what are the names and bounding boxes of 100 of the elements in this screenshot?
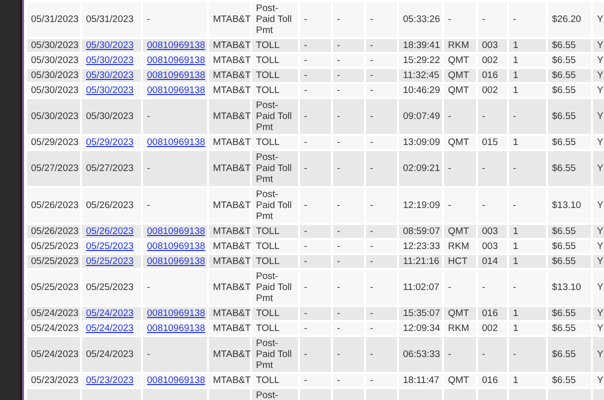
- table-cell-text: -: [448, 200, 452, 211]
- table-cell-text: $6.55: [552, 137, 576, 148]
- table-cell-text: HCT: [448, 256, 468, 267]
- table-cell-text: 1: [513, 55, 518, 66]
- table-cell-text: -: [370, 163, 374, 174]
- table-cell-text: -: [304, 226, 308, 237]
- table-cell-text: 1: [513, 256, 518, 267]
- table-cell-text: -: [482, 163, 486, 174]
- table-cell-text: MTAB&T: [213, 375, 251, 386]
- table-cell-text: Post-Paid Toll Pmt: [256, 338, 292, 371]
- table-cell-text: 002: [482, 323, 498, 334]
- table-cell-text: QMT: [448, 375, 470, 386]
- table-cell-text: TOLL: [256, 85, 280, 96]
- table-cell-text: -: [482, 200, 486, 211]
- table-cell-text: -: [304, 308, 308, 319]
- table-cell-text: -: [304, 241, 308, 252]
- table-cell-text: 016: [482, 375, 498, 386]
- table-cell-text: -: [370, 55, 374, 66]
- table-cell-text: Y: [597, 308, 604, 319]
- table-cell-text: -: [482, 14, 486, 25]
- table-cell-text: Post-: [256, 390, 278, 400]
- table-cell-text: 05/30/2023: [31, 40, 79, 51]
- table-cell-text: 1: [513, 40, 518, 51]
- table-cell-text: TOLL: [256, 308, 280, 319]
- table-cell-text: 12:09:34: [403, 323, 440, 334]
- table-cell-text: Y: [597, 256, 604, 267]
- table-cell-text: MTAB&T: [213, 241, 251, 252]
- table-cell-text: MTAB&T: [213, 70, 251, 81]
- table-cell-text: -: [304, 256, 308, 267]
- table-cell-text: -: [304, 137, 308, 148]
- table-cell-text: TOLL: [256, 70, 280, 81]
- table-cell-text: 05/24/2023: [31, 308, 79, 319]
- table-cell-text: Y: [597, 282, 604, 293]
- table-cell-text: Y: [597, 85, 604, 96]
- table-cell-text: -: [513, 282, 516, 293]
- table-cell-text: Y: [597, 163, 604, 174]
- table-cell-text: -: [337, 137, 340, 148]
- table-cell-text: Y: [597, 226, 604, 237]
- table-cell-text: RKM: [448, 40, 470, 51]
- table-cell-text: $13.10: [552, 200, 582, 211]
- table-cell-text: -: [513, 14, 516, 25]
- table-cell-text: 05/27/2023: [86, 163, 134, 174]
- table-cell-text: QMT: [448, 85, 470, 96]
- table-cell-text: -: [370, 137, 374, 148]
- table-cell-text: 1: [513, 375, 518, 386]
- table-cell-text: 05/26/2023: [31, 200, 79, 211]
- table-cell-text: -: [482, 349, 486, 360]
- table-cell-text: -: [370, 200, 374, 211]
- table-cell-text: -: [147, 349, 150, 360]
- table-cell-text: -: [513, 200, 516, 211]
- table-cell-text: -: [337, 226, 340, 237]
- table-cell-text: MTAB&T: [213, 256, 251, 267]
- table-cell-text: 15:35:07: [403, 308, 440, 319]
- table-cell-text: 05/26/2023: [31, 226, 79, 237]
- table-cell-text: -: [337, 375, 340, 386]
- table-cell-text: MTAB&T: [213, 349, 251, 360]
- table-cell-text: 18:39:41: [403, 40, 440, 51]
- table-cell-text: 002: [482, 55, 498, 66]
- table-cell-text: -: [337, 70, 340, 81]
- table-cell-text: 05/30/2023: [31, 55, 79, 66]
- table-cell-text: 016: [482, 308, 498, 319]
- table-cell-text: 05/31/2023: [31, 14, 79, 25]
- table-cell-text: -: [304, 163, 308, 174]
- table-cell-text: 05/30/2023: [31, 111, 79, 122]
- table-cell-text: QMT: [448, 137, 470, 148]
- table-cell-text: -: [337, 200, 340, 211]
- table-cell-text: MTAB&T: [213, 14, 251, 25]
- table-cell-text: 1: [513, 323, 518, 334]
- table-cell-text: -: [304, 14, 308, 25]
- table-cell-text: Post-Paid Toll Pmt: [256, 152, 292, 185]
- table-cell-text: 1: [513, 241, 518, 252]
- table-cell-text: -: [370, 70, 374, 81]
- table-cell-text: QMT: [448, 226, 470, 237]
- table-cell-text: -: [370, 323, 374, 334]
- table-cell-text: 02:09:21: [403, 163, 440, 174]
- table-cell-text: -: [337, 241, 340, 252]
- table-cell-text: 05/31/2023: [86, 14, 134, 25]
- table-cell-text: 05/25/2023: [86, 282, 134, 293]
- table-cell-text: Y: [597, 137, 604, 148]
- table-cell-text: -: [370, 14, 374, 25]
- table-cell-text: -: [337, 323, 340, 334]
- table-cell-text: TOLL: [256, 375, 280, 386]
- table-cell-text: $6.55: [552, 308, 576, 319]
- table-cell-text: $26.20: [552, 14, 582, 25]
- table-cell-text: -: [448, 163, 452, 174]
- table-cell-text: 11:02:07: [403, 282, 440, 293]
- table-cell-text: 05/24/2023: [31, 323, 79, 334]
- table-cell-text: TOLL: [256, 226, 280, 237]
- table-cell-text: TOLL: [256, 241, 280, 252]
- table-cell-text: 18:11:47: [403, 375, 440, 386]
- table-cell-text: $6.55: [552, 226, 576, 237]
- table-cell-text: Post-Paid Toll Pmt: [256, 3, 292, 36]
- table-cell-text: 05/26/2023: [86, 200, 134, 211]
- table-cell-text: 05/25/2023: [31, 256, 79, 267]
- table-cell-text: Y: [597, 111, 604, 122]
- table-cell-text: 05/30/2023: [31, 85, 79, 96]
- table-cell-text: -: [304, 70, 308, 81]
- table-cell-text: MTAB&T: [213, 55, 251, 66]
- table-cell-text: -: [337, 111, 340, 122]
- table-cell-text: MTAB&T: [213, 85, 251, 96]
